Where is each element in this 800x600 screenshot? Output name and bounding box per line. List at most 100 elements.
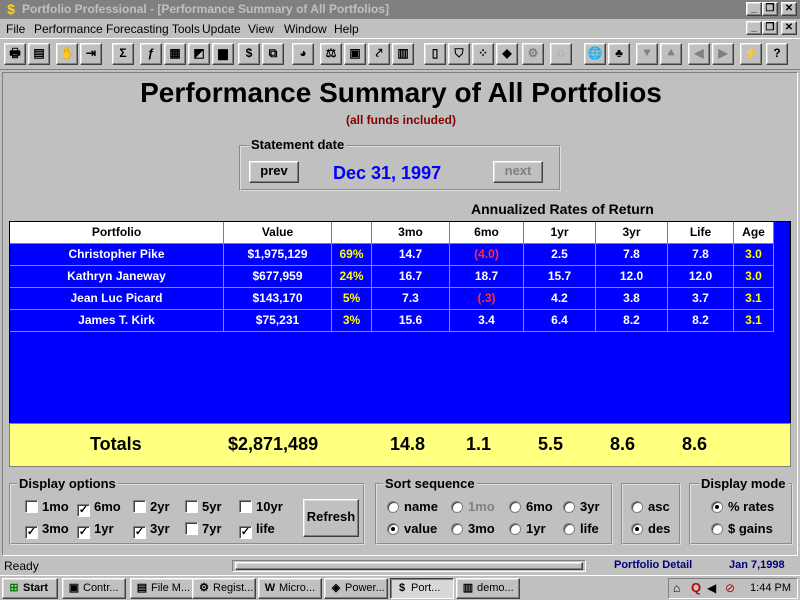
grid-icon[interactable]: ⁘ bbox=[472, 43, 494, 65]
sort-option-3yr[interactable]: 3yr bbox=[563, 499, 600, 514]
menu-view[interactable]: View bbox=[248, 22, 274, 36]
display-option-life[interactable]: ✓ life bbox=[239, 521, 275, 539]
radio[interactable] bbox=[563, 501, 575, 513]
sigma-icon[interactable]: Σ bbox=[112, 43, 134, 65]
speaker-icon[interactable]: ◀ bbox=[707, 581, 716, 595]
display-option-3mo[interactable]: ✓ 3mo bbox=[25, 521, 69, 539]
display-option-1mo[interactable]: 1mo bbox=[25, 499, 69, 514]
calculator-icon[interactable]: ▦ bbox=[164, 43, 186, 65]
sort-option-6mo[interactable]: 6mo bbox=[509, 499, 553, 514]
radio[interactable] bbox=[509, 501, 521, 513]
status-scroll-thumb[interactable] bbox=[235, 562, 583, 570]
task-button[interactable]: W Micro... bbox=[258, 578, 322, 599]
display-option-2yr[interactable]: 2yr bbox=[133, 499, 170, 514]
tree-icon[interactable]: ♣ bbox=[608, 43, 630, 65]
radio[interactable] bbox=[451, 523, 463, 535]
radio[interactable] bbox=[509, 523, 521, 535]
display-option-6mo[interactable]: ✓ 6mo bbox=[77, 499, 121, 517]
menu-window[interactable]: Window bbox=[284, 22, 327, 36]
bar-chart-icon[interactable]: ▆ bbox=[212, 43, 234, 65]
menu-update[interactable]: Update bbox=[202, 22, 241, 36]
colors-icon[interactable]: ◆ bbox=[496, 43, 518, 65]
shield-icon[interactable]: ⛉ bbox=[448, 43, 470, 65]
checkbox[interactable] bbox=[25, 500, 38, 513]
close-button[interactable]: ✕ bbox=[781, 2, 797, 16]
display-option-3yr[interactable]: ✓ 3yr bbox=[133, 521, 170, 539]
title-bar[interactable]: $ Portfolio Professional - [Performance … bbox=[0, 0, 800, 19]
checkbox[interactable]: ✓ bbox=[25, 526, 38, 539]
menu-file[interactable]: File bbox=[6, 22, 25, 36]
task-button[interactable]: ▤ File M... bbox=[130, 578, 194, 599]
compare-icon[interactable]: ⚖ bbox=[320, 43, 342, 65]
printer-icon[interactable]: 🖶 bbox=[4, 43, 26, 65]
function-icon[interactable]: ƒ bbox=[140, 43, 162, 65]
copy-icon[interactable]: ⧉ bbox=[262, 43, 284, 65]
radio[interactable] bbox=[711, 501, 723, 513]
doc-close-button[interactable]: ✕ bbox=[781, 21, 797, 35]
sort-option-3mo[interactable]: 3mo bbox=[451, 521, 495, 536]
sort-option-name[interactable]: name bbox=[387, 499, 438, 514]
antivirus-icon[interactable]: Q bbox=[691, 580, 701, 595]
doc-minimize-button[interactable]: _ bbox=[746, 21, 762, 35]
sort-order-asc[interactable]: asc bbox=[631, 499, 670, 514]
table-row[interactable]: Kathryn Janeway $677,959 24% 16.7 18.7 15.7 12… bbox=[10, 266, 774, 288]
sort-option-value[interactable]: value bbox=[387, 521, 437, 536]
pie-chart-icon[interactable]: ◕ bbox=[292, 43, 314, 65]
globe-icon[interactable]: 🌐 bbox=[584, 43, 606, 65]
table-row[interactable]: Jean Luc Picard $143,170 5% 7.3 (.3) 4.2 3.8 3.… bbox=[10, 288, 774, 310]
minimize-button[interactable]: _ bbox=[746, 2, 762, 16]
checkbox[interactable]: ✓ bbox=[77, 504, 90, 517]
radio[interactable] bbox=[631, 523, 643, 535]
checkbox[interactable]: ✓ bbox=[133, 526, 146, 539]
display-option-5yr[interactable]: 5yr bbox=[185, 499, 222, 514]
task-button[interactable]: $ Port... bbox=[390, 578, 454, 599]
radio[interactable] bbox=[631, 501, 643, 513]
refresh-button[interactable]: Refresh bbox=[303, 499, 359, 537]
checkbox[interactable] bbox=[133, 500, 146, 513]
arrow-down-icon[interactable]: ⯆ bbox=[636, 43, 658, 65]
status-scrollbar[interactable] bbox=[232, 560, 586, 572]
radio[interactable] bbox=[387, 523, 399, 535]
checkbox[interactable]: ✓ bbox=[239, 526, 252, 539]
display-option-7yr[interactable]: 7yr bbox=[185, 521, 222, 536]
radio[interactable] bbox=[387, 501, 399, 513]
checkbox[interactable] bbox=[185, 522, 198, 535]
exit-door-icon[interactable]: ⇥ bbox=[80, 43, 102, 65]
start-button[interactable]: ⊞ Start bbox=[2, 578, 58, 599]
radio[interactable] bbox=[563, 523, 575, 535]
book-icon[interactable]: ▯ bbox=[424, 43, 446, 65]
arrow-right-icon[interactable]: ▶ bbox=[712, 43, 734, 65]
sort-option-1yr[interactable]: 1yr bbox=[509, 521, 546, 536]
alert-icon[interactable]: ⊘ bbox=[725, 581, 735, 595]
help-icon[interactable]: ? bbox=[766, 43, 788, 65]
arrow-up-icon[interactable]: ⯅ bbox=[660, 43, 682, 65]
task-button[interactable]: ⚙ Regist... bbox=[192, 578, 256, 599]
line-chart-icon[interactable]: ⤤ bbox=[368, 43, 390, 65]
display-mode-gains[interactable]: $ gains bbox=[711, 521, 773, 536]
task-button[interactable]: ▣ Contr... bbox=[62, 578, 126, 599]
menu-help[interactable]: Help bbox=[334, 22, 359, 36]
chart-mix-icon[interactable]: ◩ bbox=[188, 43, 210, 65]
prev-button[interactable]: prev bbox=[249, 161, 299, 183]
columns-chart-icon[interactable]: ▥ bbox=[392, 43, 414, 65]
portfolio-grid[interactable]: Portfolio Value 3mo 6mo 1yr 3yr Life Age Christ… bbox=[9, 221, 791, 451]
task-button[interactable]: ▥ demo... bbox=[456, 578, 520, 599]
dollar-app-icon[interactable]: $ bbox=[3, 1, 19, 17]
task-button[interactable]: ◈ Power... bbox=[324, 578, 388, 599]
table-row[interactable]: James T. Kirk $75,231 3% 15.6 3.4 6.4 8.2 8.2 3.… bbox=[10, 310, 774, 332]
display-option-1yr[interactable]: ✓ 1yr bbox=[77, 521, 114, 539]
sort-option-life[interactable]: life bbox=[563, 521, 599, 536]
doc-restore-button[interactable]: ❐ bbox=[762, 21, 778, 35]
fade-icon[interactable]: ◌ bbox=[550, 43, 572, 65]
menu-performance[interactable]: Performance bbox=[34, 22, 103, 36]
restore-button[interactable]: ❐ bbox=[762, 2, 778, 16]
table-row[interactable]: Christopher Pike $1,975,129 69% 14.7 (4.0) 2.… bbox=[10, 244, 774, 266]
checkbox[interactable]: ✓ bbox=[77, 526, 90, 539]
hand-icon[interactable]: ✋ bbox=[56, 43, 78, 65]
checkbox[interactable] bbox=[185, 500, 198, 513]
gear-icon[interactable]: ⚙ bbox=[522, 43, 544, 65]
money-bag-icon[interactable]: $ bbox=[238, 43, 260, 65]
network-icon[interactable]: ⌂ bbox=[673, 581, 680, 595]
radio[interactable] bbox=[711, 523, 723, 535]
preview-icon[interactable]: ▤ bbox=[28, 43, 50, 65]
